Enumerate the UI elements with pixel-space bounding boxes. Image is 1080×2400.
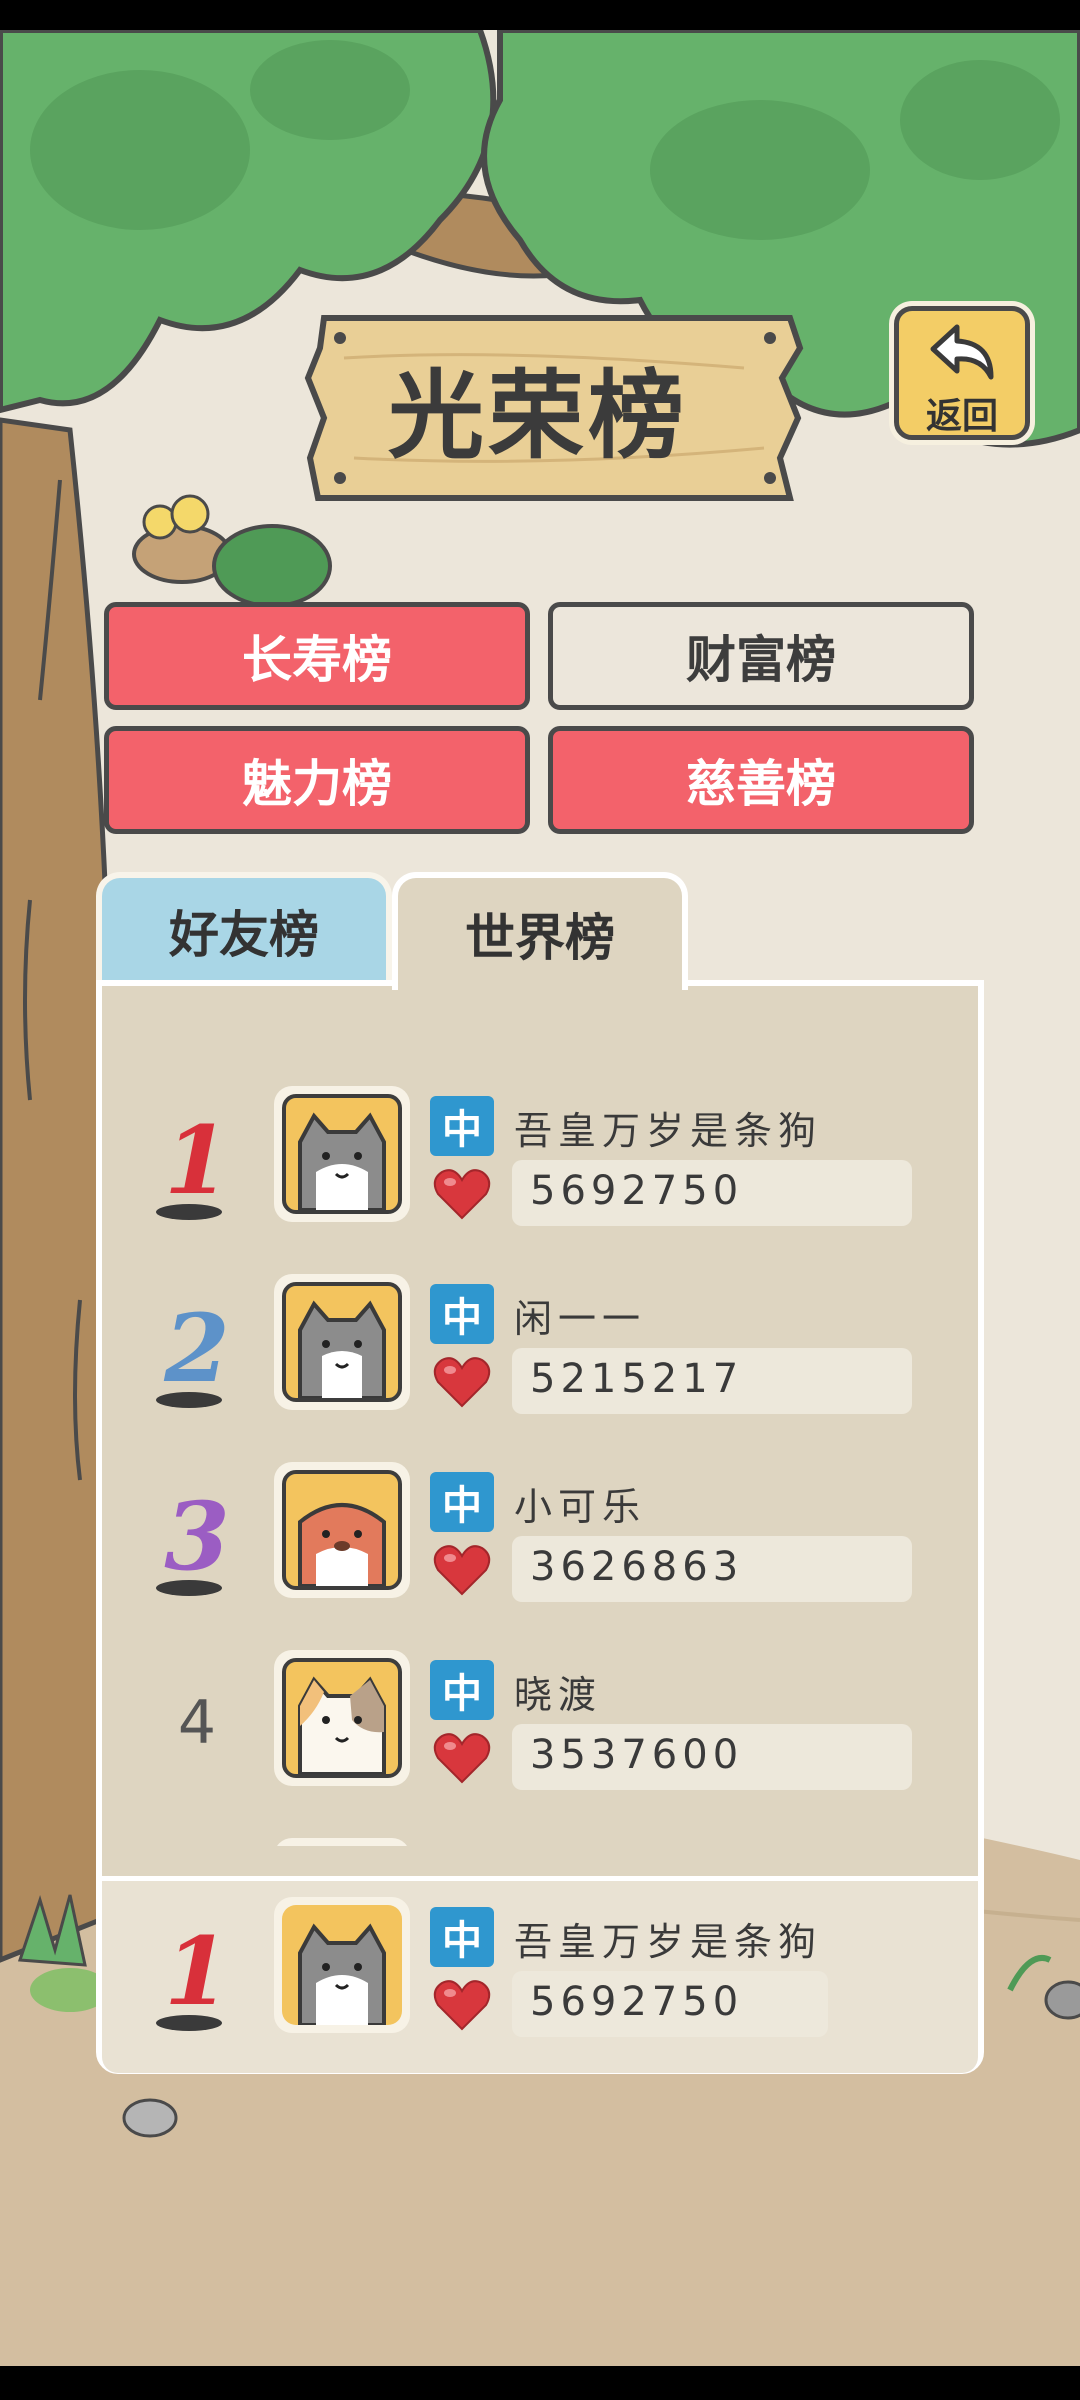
- rank-pedestal: [156, 1580, 222, 1596]
- back-label: 返回: [925, 396, 998, 437]
- player-name: 晓渡: [514, 1673, 603, 1717]
- my-player-score: 5692750: [530, 1979, 744, 2025]
- avatar: [274, 1650, 410, 1786]
- ranking-panel: 1 中 吾皇万岁是条狗 5692750 2 中 闲一一 5215217 3 中 …: [96, 980, 984, 2074]
- rank-number: 3: [164, 1482, 230, 1592]
- heart-icon: [432, 1166, 492, 1222]
- my-avatar: [274, 1897, 410, 2033]
- page-title: 光荣榜: [388, 360, 688, 472]
- ranking-row[interactable]: [102, 1838, 978, 1846]
- player-score: 5692750: [530, 1168, 744, 1214]
- my-player-name: 吾皇万岁是条狗: [514, 1920, 823, 1964]
- my-region-badge: 中: [430, 1907, 494, 1967]
- my-ranking-bar: 1 中 吾皇万岁是条狗 5692750: [102, 1876, 978, 2073]
- back-button[interactable]: 返回: [894, 306, 1030, 440]
- player-name: 小可乐: [514, 1485, 647, 1529]
- ranking-list[interactable]: 1 中 吾皇万岁是条狗 5692750 2 中 闲一一 5215217 3 中 …: [102, 986, 978, 1846]
- my-score-pill: 5692750: [512, 1971, 828, 2037]
- gray-cat-avatar-icon: [298, 1923, 386, 2025]
- my-rank-number: 1: [164, 1917, 230, 2027]
- avatar: [274, 1274, 410, 1410]
- tab-friends[interactable]: 好友榜: [96, 872, 392, 984]
- avatar: [274, 1086, 410, 1222]
- category-button-charm[interactable]: 魅力榜: [104, 726, 530, 834]
- game-scene: 光荣榜 返回 长寿榜 财富榜 魅力榜 慈善榜 好友榜 世界榜 1 中 吾皇万岁是…: [0, 0, 1080, 2400]
- calico-cat-avatar-icon: [298, 1676, 386, 1774]
- tab-world[interactable]: 世界榜: [392, 872, 688, 990]
- gray-cat-avatar-icon: [298, 1112, 386, 1210]
- region-badge: 中: [430, 1284, 494, 1344]
- player-score: 5215217: [530, 1356, 744, 1402]
- heart-icon: [432, 1542, 492, 1598]
- rank-pedestal: [156, 2015, 222, 2031]
- gray-cat-avatar-icon: [298, 1300, 386, 1398]
- score-pill: 5215217: [512, 1348, 912, 1414]
- player-score: 3537600: [530, 1732, 744, 1778]
- category-button-wealth[interactable]: 财富榜: [548, 602, 974, 710]
- ranking-row[interactable]: 4 中 晓渡 3537600: [102, 1650, 978, 1800]
- ranking-row[interactable]: 1 中 吾皇万岁是条狗 5692750: [102, 1086, 978, 1236]
- category-button-charity[interactable]: 慈善榜: [548, 726, 974, 834]
- rank-pedestal: [156, 1392, 222, 1408]
- ranking-row[interactable]: 3 中 小可乐 3626863: [102, 1462, 978, 1612]
- my-ranking-row: 1 中 吾皇万岁是条狗 5692750: [102, 1897, 978, 2047]
- rank-number: 4: [177, 1688, 217, 1758]
- player-score: 3626863: [530, 1544, 744, 1590]
- heart-icon: [432, 1977, 492, 2033]
- player-name: 吾皇万岁是条狗: [514, 1109, 823, 1153]
- otter-avatar-icon: [298, 1503, 386, 1586]
- rank-pedestal: [156, 1204, 222, 1220]
- heart-icon: [432, 1730, 492, 1786]
- heart-icon: [432, 1354, 492, 1410]
- avatar: [274, 1462, 410, 1598]
- rank-number: 2: [164, 1294, 230, 1404]
- back-arrow-icon: [930, 324, 994, 380]
- region-badge: 中: [430, 1660, 494, 1720]
- region-badge: 中: [430, 1096, 494, 1156]
- avatar: [274, 1838, 410, 1846]
- region-badge: 中: [430, 1472, 494, 1532]
- score-pill: 3626863: [512, 1536, 912, 1602]
- score-pill: 3537600: [512, 1724, 912, 1790]
- rank-number: 1: [164, 1106, 230, 1216]
- player-name: 闲一一: [514, 1297, 647, 1341]
- score-pill: 5692750: [512, 1160, 912, 1226]
- ranking-row[interactable]: 2 中 闲一一 5215217: [102, 1274, 978, 1424]
- category-button-longevity[interactable]: 长寿榜: [104, 602, 530, 710]
